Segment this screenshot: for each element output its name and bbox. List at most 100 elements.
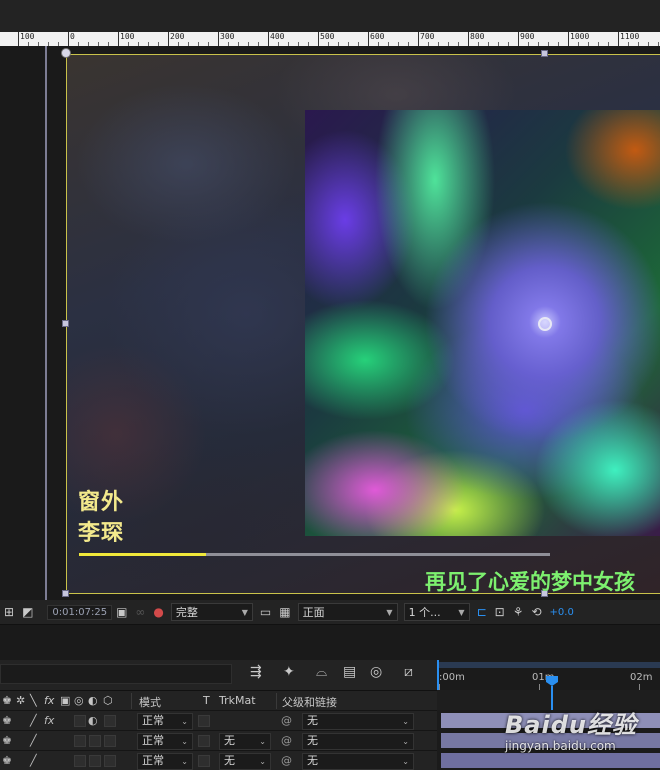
ruler-major-tick bbox=[568, 32, 569, 46]
ruler-label: 600 bbox=[370, 32, 385, 41]
t-column-label[interactable]: T bbox=[203, 694, 210, 707]
lock-icon[interactable]: ♚ bbox=[2, 734, 12, 747]
adjustment-column-icon[interactable]: ◐ bbox=[88, 694, 98, 707]
mode-value: 正常 bbox=[142, 734, 164, 747]
toggle-pixel-aspect-icon[interactable]: ⊏ bbox=[477, 605, 487, 619]
parent-pick-whip-icon[interactable]: @ bbox=[281, 754, 292, 767]
quality-icon[interactable]: ╱ bbox=[30, 734, 37, 747]
flowchart-icon[interactable]: ⚘ bbox=[513, 605, 524, 619]
frame-blend-column-icon[interactable]: ▣ bbox=[60, 694, 70, 707]
quality-column-icon[interactable]: ╲ bbox=[30, 694, 37, 707]
comp-mini-flowchart-icon[interactable]: ⇶ bbox=[250, 664, 262, 680]
quality-icon[interactable]: ╱ bbox=[30, 714, 37, 727]
3d-draft-icon[interactable]: ⊡ bbox=[495, 605, 505, 619]
lock-icon[interactable]: ♚ bbox=[2, 754, 12, 767]
motion-blur-column-icon[interactable]: ◎ bbox=[74, 694, 84, 707]
lock-column-icon[interactable]: ♚ bbox=[2, 694, 12, 707]
ruler-label: 500 bbox=[320, 32, 335, 41]
adjustment-layer-icon[interactable]: ◐ bbox=[88, 714, 98, 727]
time-tick bbox=[539, 684, 540, 690]
fast-preview-icon[interactable]: ▭ bbox=[260, 605, 271, 619]
layer-center-icon[interactable] bbox=[538, 317, 552, 331]
lock-icon[interactable]: ♚ bbox=[2, 714, 12, 727]
fx-icon[interactable]: fx bbox=[44, 714, 54, 727]
preserve-transparency-toggle[interactable] bbox=[198, 755, 210, 767]
ruler-major-tick bbox=[618, 32, 619, 46]
snapshot-camera-icon[interactable]: ▣ bbox=[116, 605, 127, 619]
composition-canvas[interactable] bbox=[66, 54, 660, 594]
trkmat-select[interactable]: 无 ⌄ bbox=[219, 753, 271, 770]
3d-column-icon[interactable]: ⬡ bbox=[103, 694, 113, 707]
frame-blend-toggle[interactable] bbox=[74, 735, 86, 747]
mode-select[interactable]: 正常 ⌄ bbox=[137, 713, 193, 730]
resolution-dropdown[interactable]: 完整 ▼ bbox=[170, 603, 253, 621]
chevron-down-icon: ⌄ bbox=[402, 737, 409, 746]
panel-gap bbox=[0, 624, 660, 660]
graph-editor-icon[interactable]: ⧄ bbox=[404, 664, 413, 680]
fx-column-icon[interactable]: fx bbox=[44, 694, 54, 707]
mode-select[interactable]: 正常 ⌄ bbox=[137, 753, 193, 770]
parent-select[interactable]: 无 ⌄ bbox=[302, 753, 414, 770]
layer-search-input[interactable] bbox=[0, 664, 232, 684]
view-layout-dropdown[interactable]: 1 个... ▼ bbox=[403, 603, 470, 621]
layer-duration-bar[interactable] bbox=[441, 753, 660, 768]
frame-blending-icon[interactable]: ▤ bbox=[343, 664, 356, 680]
mode-select[interactable]: 正常 ⌄ bbox=[137, 733, 193, 750]
color-channel-icon[interactable]: ● bbox=[153, 605, 163, 619]
ruler-major-tick bbox=[418, 32, 419, 46]
reset-exposure-icon[interactable]: ⟲ bbox=[531, 605, 541, 619]
3d-layer-toggle[interactable] bbox=[104, 715, 116, 727]
ruler-label: 100 bbox=[20, 32, 35, 41]
composition-viewer[interactable]: 窗外 李琛 再见了心爱的梦中女孩 bbox=[0, 46, 660, 600]
exposure-value[interactable]: +0.0 bbox=[550, 607, 574, 618]
motion-blur-icon[interactable]: ◎ bbox=[370, 664, 382, 680]
ruler-label: 0 bbox=[70, 32, 75, 41]
layer-row[interactable]: ♚ ╱ 正常 ⌄ 无 ⌄ @ 无 ⌄ bbox=[0, 750, 437, 770]
transform-handle-top-right[interactable] bbox=[541, 50, 548, 57]
parent-pick-whip-icon[interactable]: @ bbox=[281, 714, 292, 727]
layer-row[interactable]: ♚ ╱ 正常 ⌄ 无 ⌄ @ 无 ⌄ bbox=[0, 730, 437, 750]
draft-3d-icon[interactable]: ✦ bbox=[283, 664, 295, 680]
3d-layer-toggle[interactable] bbox=[104, 735, 116, 747]
ruler-major-tick bbox=[68, 32, 69, 46]
region-of-interest-icon[interactable]: ⊞ bbox=[4, 605, 14, 619]
ruler-label: 1000 bbox=[570, 32, 590, 41]
shy-layers-icon[interactable]: ⌓ bbox=[316, 664, 327, 680]
mode-column-label[interactable]: 模式 bbox=[139, 694, 161, 710]
work-area-bar[interactable] bbox=[439, 662, 660, 668]
adjustment-toggle[interactable] bbox=[89, 735, 101, 747]
shy-column-icon[interactable]: ✲ bbox=[16, 694, 25, 707]
resolution-value: 完整 bbox=[175, 606, 198, 619]
3d-layer-toggle[interactable] bbox=[104, 755, 116, 767]
preserve-transparency-toggle[interactable] bbox=[198, 735, 210, 747]
lyric-line-text: 再见了心爱的梦中女孩 bbox=[425, 570, 635, 594]
flower-image-layer[interactable] bbox=[305, 110, 660, 536]
time-tick bbox=[439, 684, 440, 690]
layer-row[interactable]: ♚ ╱ fx ◐ 正常 ⌄ @ 无 ⌄ bbox=[0, 710, 437, 730]
parent-select[interactable]: 无 ⌄ bbox=[302, 713, 414, 730]
column-divider bbox=[131, 693, 132, 709]
current-time-display[interactable]: 0:01:07:25 bbox=[47, 604, 113, 620]
watermark-url-text: jingyan.baidu.com bbox=[505, 739, 616, 753]
transparency-grid-icon[interactable]: ▦ bbox=[279, 605, 290, 619]
ruler-major-tick bbox=[268, 32, 269, 46]
transform-handle-bottom-left[interactable] bbox=[62, 590, 69, 597]
anchor-point-handle[interactable] bbox=[61, 48, 71, 58]
view-dropdown[interactable]: 正面 ▼ bbox=[297, 603, 398, 621]
adjustment-toggle[interactable] bbox=[89, 755, 101, 767]
transform-handle-left-mid[interactable] bbox=[62, 320, 69, 327]
chevron-down-icon: ⌄ bbox=[181, 737, 188, 746]
timeline-ruler[interactable]: :00m 01m 02m bbox=[437, 660, 660, 690]
trkmat-column-label[interactable]: TrkMat bbox=[219, 694, 256, 707]
parent-select[interactable]: 无 ⌄ bbox=[302, 733, 414, 750]
quality-icon[interactable]: ╱ bbox=[30, 754, 37, 767]
frame-blend-toggle[interactable] bbox=[74, 755, 86, 767]
toggle-mask-icon[interactable]: ◩ bbox=[22, 605, 33, 619]
parent-pick-whip-icon[interactable]: @ bbox=[281, 734, 292, 747]
trkmat-select[interactable]: 无 ⌄ bbox=[219, 733, 271, 750]
parent-column-label[interactable]: 父级和链接 bbox=[282, 694, 337, 710]
preserve-transparency-toggle[interactable] bbox=[198, 715, 210, 727]
frame-blend-toggle[interactable] bbox=[74, 715, 86, 727]
baidu-watermark: Baidu经验 jingyan.baidu.com bbox=[505, 705, 637, 753]
show-snapshot-icon[interactable]: ∞ bbox=[135, 605, 145, 619]
